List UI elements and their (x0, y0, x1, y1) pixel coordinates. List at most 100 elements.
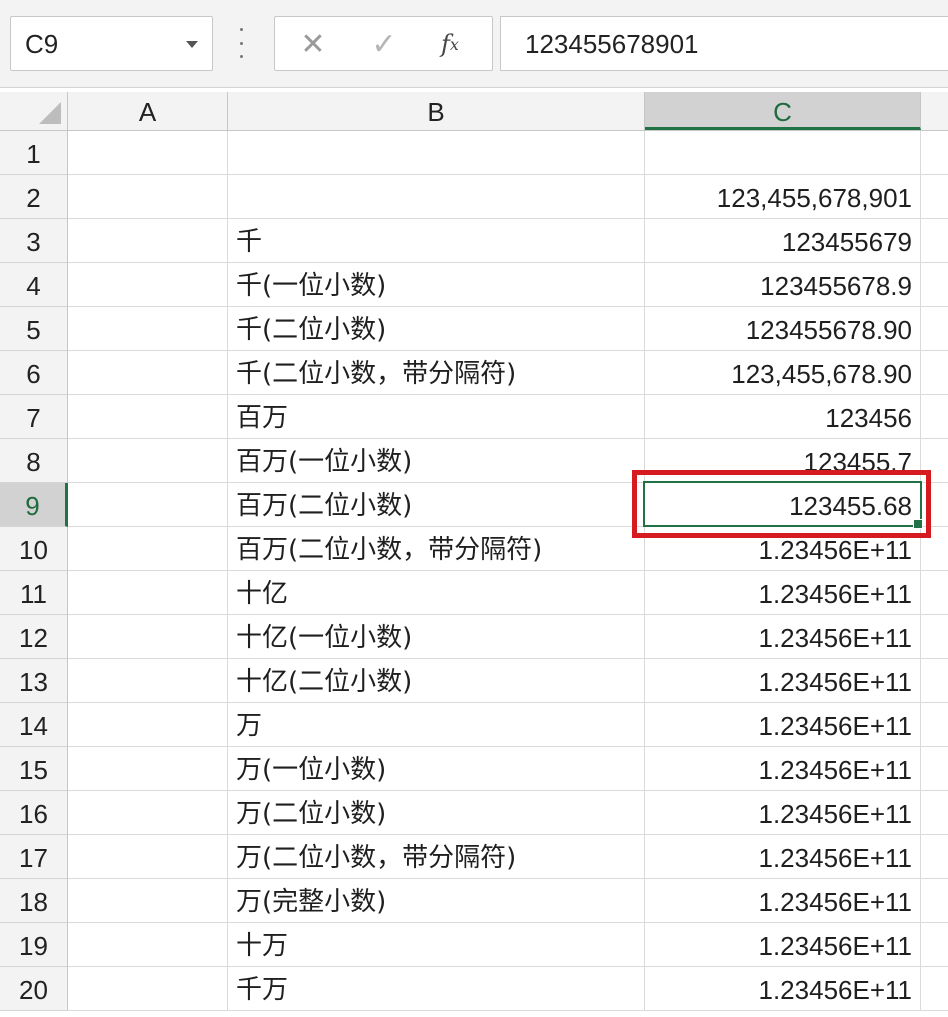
cell-b[interactable]: 十亿 (228, 571, 645, 615)
cell-d[interactable] (921, 439, 948, 483)
cell-b[interactable]: 千(二位小数) (228, 307, 645, 351)
cell-c[interactable]: 123455.7 (645, 439, 921, 483)
cell-c[interactable]: 123456 (645, 395, 921, 439)
cell-c[interactable]: 123455678.90 (645, 307, 921, 351)
cell-a[interactable] (68, 967, 228, 1011)
cell-b[interactable]: 十亿(一位小数) (228, 615, 645, 659)
row-header[interactable]: 15 (0, 747, 68, 791)
cell-a[interactable] (68, 835, 228, 879)
cell-c[interactable]: 1.23456E+11 (645, 791, 921, 835)
cell-d[interactable] (921, 307, 948, 351)
cell-c[interactable]: 1.23456E+11 (645, 703, 921, 747)
cancel-icon[interactable]: ✕ (293, 25, 333, 63)
cell-d[interactable] (921, 527, 948, 571)
cell-d[interactable] (921, 923, 948, 967)
cell-d[interactable] (921, 791, 948, 835)
row-header[interactable]: 12 (0, 615, 68, 659)
cell-d[interactable] (921, 703, 948, 747)
column-header-a[interactable]: A (68, 92, 228, 130)
cell-c[interactable]: 1.23456E+11 (645, 571, 921, 615)
row-header[interactable]: 17 (0, 835, 68, 879)
cell-a[interactable] (68, 615, 228, 659)
row-header[interactable]: 11 (0, 571, 68, 615)
row-header[interactable]: 3 (0, 219, 68, 263)
chevron-down-icon[interactable] (186, 41, 198, 48)
cell-a[interactable] (68, 219, 228, 263)
cell-b[interactable]: 百万(一位小数) (228, 439, 645, 483)
cell-c[interactable]: 123455679 (645, 219, 921, 263)
cell-a[interactable] (68, 879, 228, 923)
cell-d[interactable] (921, 351, 948, 395)
cell-b[interactable]: 十亿(二位小数) (228, 659, 645, 703)
cell-a[interactable] (68, 659, 228, 703)
cell-b[interactable]: 千(一位小数) (228, 263, 645, 307)
row-header[interactable]: 13 (0, 659, 68, 703)
cell-a[interactable] (68, 747, 228, 791)
cell-d[interactable] (921, 483, 948, 527)
fill-handle[interactable] (913, 519, 923, 529)
cell-a[interactable] (68, 923, 228, 967)
cell-b[interactable]: 千 (228, 219, 645, 263)
name-box[interactable]: C9 (10, 16, 213, 71)
row-header[interactable]: 1 (0, 131, 68, 175)
row-header[interactable]: 5 (0, 307, 68, 351)
cell-b[interactable]: 千万 (228, 967, 645, 1011)
cell-a[interactable] (68, 351, 228, 395)
cell-b[interactable]: 百万(二位小数) (228, 483, 645, 527)
cell-b[interactable] (228, 175, 645, 219)
cell-c[interactable]: 1.23456E+11 (645, 747, 921, 791)
cell-a[interactable] (68, 263, 228, 307)
cell-b[interactable]: 万(完整小数) (228, 879, 645, 923)
cell-b[interactable]: 万 (228, 703, 645, 747)
cell-c-active[interactable]: 123455.68 (645, 483, 921, 527)
enter-check-icon[interactable]: ✓ (364, 25, 404, 63)
cell-a[interactable] (68, 483, 228, 527)
cell-b[interactable]: 万(二位小数，带分隔符) (228, 835, 645, 879)
row-header[interactable]: 20 (0, 967, 68, 1011)
row-header[interactable]: 2 (0, 175, 68, 219)
cell-d[interactable] (921, 571, 948, 615)
cell-b[interactable]: 百万 (228, 395, 645, 439)
cell-a[interactable] (68, 791, 228, 835)
row-header[interactable]: 9 (0, 483, 68, 527)
row-header[interactable]: 7 (0, 395, 68, 439)
cell-a[interactable] (68, 175, 228, 219)
cell-a[interactable] (68, 307, 228, 351)
cell-c[interactable]: 1.23456E+11 (645, 659, 921, 703)
cell-c[interactable]: 1.23456E+11 (645, 615, 921, 659)
row-header[interactable]: 10 (0, 527, 68, 571)
cell-c[interactable]: 1.23456E+11 (645, 879, 921, 923)
cell-c[interactable]: 1.23456E+11 (645, 967, 921, 1011)
cell-b[interactable]: 万(一位小数) (228, 747, 645, 791)
cell-a[interactable] (68, 131, 228, 175)
cell-d[interactable] (921, 615, 948, 659)
cell-d[interactable] (921, 395, 948, 439)
cell-a[interactable] (68, 527, 228, 571)
cell-a[interactable] (68, 703, 228, 747)
cell-d[interactable] (921, 219, 948, 263)
cell-a[interactable] (68, 439, 228, 483)
cell-d[interactable] (921, 747, 948, 791)
row-header[interactable]: 16 (0, 791, 68, 835)
row-header[interactable]: 6 (0, 351, 68, 395)
formula-input[interactable]: 123455678901 (500, 16, 948, 71)
cell-c[interactable]: 123455678.9 (645, 263, 921, 307)
cell-b[interactable]: 十万 (228, 923, 645, 967)
row-header[interactable]: 18 (0, 879, 68, 923)
cell-b[interactable]: 百万(二位小数，带分隔符) (228, 527, 645, 571)
cell-d[interactable] (921, 659, 948, 703)
row-header[interactable]: 19 (0, 923, 68, 967)
insert-function-icon[interactable]: fx (430, 25, 470, 63)
column-header-b[interactable]: B (228, 92, 645, 130)
cell-d[interactable] (921, 835, 948, 879)
cell-b[interactable] (228, 131, 645, 175)
cell-d[interactable] (921, 131, 948, 175)
cell-b[interactable]: 万(二位小数) (228, 791, 645, 835)
select-all-button[interactable] (0, 92, 68, 130)
cell-d[interactable] (921, 967, 948, 1011)
cell-b[interactable]: 千(二位小数，带分隔符) (228, 351, 645, 395)
cell-c[interactable]: 1.23456E+11 (645, 527, 921, 571)
cell-c[interactable]: 1.23456E+11 (645, 835, 921, 879)
cell-c[interactable]: 123,455,678,901 (645, 175, 921, 219)
cell-d[interactable] (921, 879, 948, 923)
